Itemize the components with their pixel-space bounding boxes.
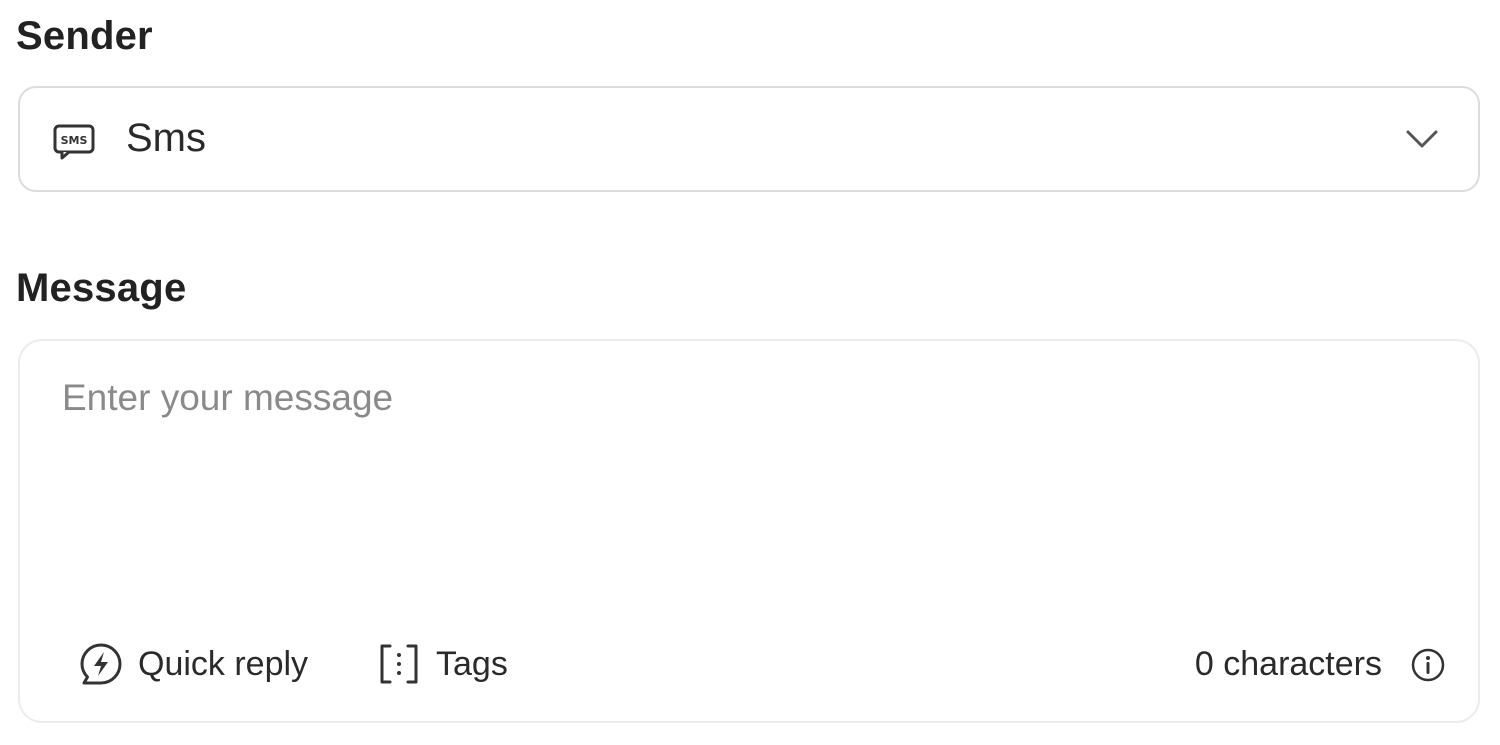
message-box: Quick reply Tags 0 characters bbox=[18, 339, 1480, 723]
message-label: Message bbox=[16, 266, 187, 310]
lightning-chat-icon bbox=[80, 643, 122, 685]
quick-reply-button[interactable]: Quick reply bbox=[78, 639, 308, 689]
info-icon[interactable] bbox=[1410, 647, 1446, 683]
character-count: 0 characters bbox=[1194, 645, 1382, 683]
chevron-down-icon[interactable] bbox=[1404, 126, 1440, 152]
message-composer-form: Sender SMS Sms Message Quick reply bbox=[0, 0, 1500, 745]
message-input[interactable] bbox=[62, 377, 1422, 577]
tags-label: Tags bbox=[436, 644, 508, 683]
sender-label: Sender bbox=[16, 14, 153, 58]
sender-selected-value: Sms bbox=[126, 116, 206, 160]
svg-text:SMS: SMS bbox=[61, 134, 88, 147]
quick-reply-label: Quick reply bbox=[138, 644, 309, 683]
tags-button[interactable]: Tags bbox=[376, 639, 508, 689]
sender-select[interactable]: SMS Sms bbox=[18, 86, 1480, 192]
sms-icon: SMS bbox=[53, 124, 95, 160]
bracket-tags-icon bbox=[380, 644, 418, 684]
